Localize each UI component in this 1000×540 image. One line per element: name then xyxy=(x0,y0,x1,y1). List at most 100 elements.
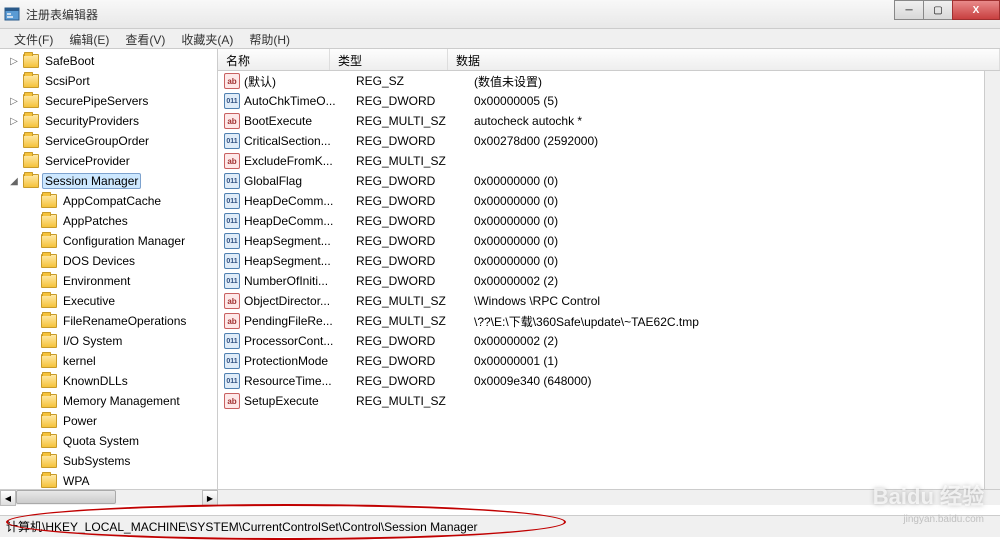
list-horizontal-scrollbar[interactable] xyxy=(218,489,1000,505)
tree-item[interactable]: Power xyxy=(0,411,217,431)
list-panel: 名称 类型 数据 ab(默认)REG_SZ(数值未设置)011AutoChkTi… xyxy=(218,49,1000,504)
menu-edit[interactable]: 编辑(E) xyxy=(61,29,117,48)
value-row[interactable]: 011NumberOfIniti...REG_DWORD0x00000002 (… xyxy=(218,271,1000,291)
folder-icon xyxy=(41,374,57,388)
menu-favorites[interactable]: 收藏夹(A) xyxy=(173,29,241,48)
tree-label[interactable]: Environment xyxy=(60,273,133,289)
scroll-track[interactable] xyxy=(16,490,202,505)
value-data: 0x00000002 (2) xyxy=(474,274,1000,288)
folder-icon xyxy=(23,134,39,148)
tree-item[interactable]: FileRenameOperations xyxy=(0,311,217,331)
value-row[interactable]: 011HeapSegment...REG_DWORD0x00000000 (0) xyxy=(218,251,1000,271)
value-list[interactable]: ab(默认)REG_SZ(数值未设置)011AutoChkTimeO...REG… xyxy=(218,71,1000,504)
tree-label[interactable]: FileRenameOperations xyxy=(60,313,189,329)
tree-panel: ▷ SafeBoot ScsiPort ▷ SecurePipeServers ▷ Sec… xyxy=(0,49,218,504)
tree-label[interactable]: AppPatches xyxy=(60,213,131,229)
value-row[interactable]: 011ProtectionModeREG_DWORD0x00000001 (1) xyxy=(218,351,1000,371)
tree-item[interactable]: ▷ SafeBoot xyxy=(0,51,217,71)
tree-label[interactable]: Configuration Manager xyxy=(60,233,188,249)
tree-label[interactable]: SecurePipeServers xyxy=(42,93,151,109)
value-row[interactable]: abObjectDirector...REG_MULTI_SZ\Windows … xyxy=(218,291,1000,311)
string-value-icon: ab xyxy=(224,153,240,169)
value-type: REG_DWORD xyxy=(356,194,474,208)
tree-label[interactable]: Quota System xyxy=(60,433,142,449)
value-type: REG_MULTI_SZ xyxy=(356,394,474,408)
value-row[interactable]: 011HeapSegment...REG_DWORD0x00000000 (0) xyxy=(218,231,1000,251)
tree-item[interactable]: ▷ SecurityProviders xyxy=(0,111,217,131)
expand-glyph-icon[interactable]: ▷ xyxy=(8,116,20,127)
value-row[interactable]: ab(默认)REG_SZ(数值未设置) xyxy=(218,71,1000,91)
expand-glyph-icon[interactable]: ◢ xyxy=(8,176,20,187)
col-header-type[interactable]: 类型 xyxy=(330,49,448,70)
value-row[interactable]: abBootExecuteREG_MULTI_SZautocheck autoc… xyxy=(218,111,1000,131)
tree-label[interactable]: Power xyxy=(60,413,100,429)
folder-icon xyxy=(41,354,57,368)
value-name: HeapSegment... xyxy=(244,254,356,268)
tree-item[interactable]: kernel xyxy=(0,351,217,371)
tree-label[interactable]: ServiceProvider xyxy=(42,153,133,169)
value-row[interactable]: 011HeapDeComm...REG_DWORD0x00000000 (0) xyxy=(218,191,1000,211)
col-header-data[interactable]: 数据 xyxy=(448,49,1000,70)
tree-item[interactable]: AppCompatCache xyxy=(0,191,217,211)
value-row[interactable]: 011CriticalSection...REG_DWORD0x00278d00… xyxy=(218,131,1000,151)
tree-item[interactable]: ◢ Session Manager xyxy=(0,171,217,191)
scroll-thumb[interactable] xyxy=(16,490,116,504)
tree-item[interactable]: SubSystems xyxy=(0,451,217,471)
tree-item[interactable]: Environment xyxy=(0,271,217,291)
value-data: 0x00000005 (5) xyxy=(474,94,1000,108)
value-row[interactable]: 011ProcessorCont...REG_DWORD0x00000002 (… xyxy=(218,331,1000,351)
value-type: REG_DWORD xyxy=(356,254,474,268)
tree-label[interactable]: Memory Management xyxy=(60,393,183,409)
tree-label[interactable]: SubSystems xyxy=(60,453,133,469)
list-vertical-scrollbar[interactable] xyxy=(984,71,1000,504)
value-row[interactable]: 011GlobalFlagREG_DWORD0x00000000 (0) xyxy=(218,171,1000,191)
minimize-button[interactable]: ─ xyxy=(894,0,924,20)
tree-item[interactable]: ServiceProvider xyxy=(0,151,217,171)
tree-item[interactable]: ServiceGroupOrder xyxy=(0,131,217,151)
binary-value-icon: 011 xyxy=(224,353,240,369)
scroll-right-button[interactable]: ▶ xyxy=(202,490,218,506)
tree-label[interactable]: I/O System xyxy=(60,333,125,349)
tree-label[interactable]: AppCompatCache xyxy=(60,193,164,209)
tree-item[interactable]: Executive xyxy=(0,291,217,311)
tree-label[interactable]: WPA xyxy=(60,473,92,489)
tree-item[interactable]: KnownDLLs xyxy=(0,371,217,391)
tree-item[interactable]: Quota System xyxy=(0,431,217,451)
menu-help[interactable]: 帮助(H) xyxy=(241,29,298,48)
value-row[interactable]: 011AutoChkTimeO...REG_DWORD0x00000005 (5… xyxy=(218,91,1000,111)
scroll-left-button[interactable]: ◀ xyxy=(0,490,16,506)
tree-label[interactable]: KnownDLLs xyxy=(60,373,131,389)
close-button[interactable]: X xyxy=(952,0,1000,20)
menu-view[interactable]: 查看(V) xyxy=(117,29,173,48)
value-row[interactable]: abSetupExecuteREG_MULTI_SZ xyxy=(218,391,1000,411)
menu-file[interactable]: 文件(F) xyxy=(6,29,61,48)
tree-item[interactable]: Configuration Manager xyxy=(0,231,217,251)
tree-item[interactable]: DOS Devices xyxy=(0,251,217,271)
tree-item[interactable]: Memory Management xyxy=(0,391,217,411)
value-data: 0x00000000 (0) xyxy=(474,254,1000,268)
tree-label[interactable]: kernel xyxy=(60,353,99,369)
maximize-button[interactable]: ▢ xyxy=(923,0,953,20)
tree-item[interactable]: ▷ SecurePipeServers xyxy=(0,91,217,111)
value-row[interactable]: 011ResourceTime...REG_DWORD0x0009e340 (6… xyxy=(218,371,1000,391)
tree-label[interactable]: SafeBoot xyxy=(42,53,97,69)
tree-label[interactable]: ScsiPort xyxy=(42,73,93,89)
value-row[interactable]: 011HeapDeComm...REG_DWORD0x00000000 (0) xyxy=(218,211,1000,231)
tree-label[interactable]: ServiceGroupOrder xyxy=(42,133,152,149)
tree-item[interactable]: WPA xyxy=(0,471,217,491)
expand-glyph-icon[interactable]: ▷ xyxy=(8,56,20,67)
value-row[interactable]: abExcludeFromK...REG_MULTI_SZ xyxy=(218,151,1000,171)
tree-label[interactable]: Executive xyxy=(60,293,118,309)
registry-tree[interactable]: ▷ SafeBoot ScsiPort ▷ SecurePipeServers ▷ Sec… xyxy=(0,49,217,504)
expand-glyph-icon[interactable]: ▷ xyxy=(8,96,20,107)
binary-value-icon: 011 xyxy=(224,233,240,249)
tree-item[interactable]: I/O System xyxy=(0,331,217,351)
value-row[interactable]: abPendingFileRe...REG_MULTI_SZ\??\E:\下载\… xyxy=(218,311,1000,331)
tree-label[interactable]: Session Manager xyxy=(42,173,141,189)
tree-item[interactable]: AppPatches xyxy=(0,211,217,231)
tree-label[interactable]: SecurityProviders xyxy=(42,113,142,129)
tree-item[interactable]: ScsiPort xyxy=(0,71,217,91)
tree-label[interactable]: DOS Devices xyxy=(60,253,138,269)
col-header-name[interactable]: 名称 xyxy=(218,49,330,70)
tree-horizontal-scrollbar[interactable]: ◀ ▶ xyxy=(0,489,218,505)
